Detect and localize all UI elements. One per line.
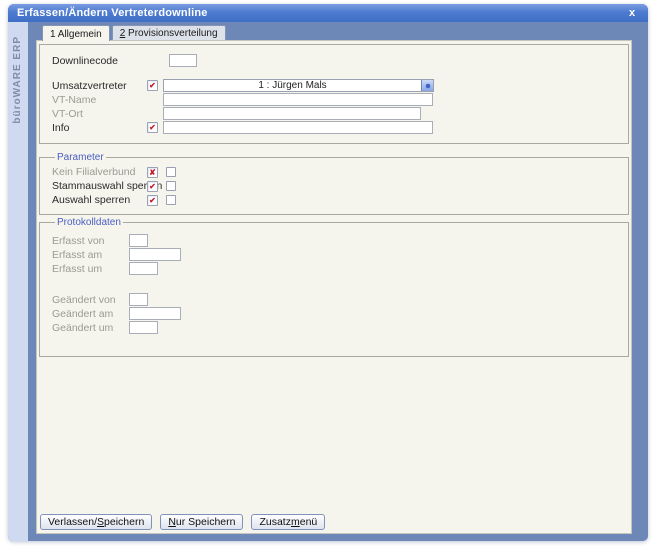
cross-icon[interactable]: ✘	[147, 167, 158, 178]
umsatzvertreter-edit-icon[interactable]: ✔	[147, 80, 158, 91]
parameter-legend: Parameter	[55, 152, 106, 163]
field-kein-filialverbund: Kein Filialverbund ✘	[52, 165, 618, 179]
tab-provisionsverteilung[interactable]: 2 Provisionsverteilung	[112, 25, 226, 40]
tab-allgemein[interactable]: 1 Allgemein	[42, 25, 110, 41]
erfasst-am-input[interactable]	[129, 248, 181, 261]
protokolldaten-section: Protokolldaten Erfasst von Erfasst am Er…	[39, 217, 629, 357]
field-stammauswahl-sperren: Stammauswahl sperren ✔	[52, 179, 618, 193]
erfasst-am-label: Erfasst am	[52, 249, 129, 261]
downlinecode-input[interactable]	[169, 54, 197, 67]
nur-speichern-button[interactable]: Nur Speichern	[160, 514, 243, 530]
auswahl-sperren-checkbox[interactable]	[166, 195, 176, 205]
geaendert-am-label: Geändert am	[52, 308, 129, 320]
field-geaendert-am: Geändert am	[52, 307, 618, 320]
window-title: Erfassen/Ändern Vertreterdownline	[17, 7, 625, 19]
vt-ort-input[interactable]	[163, 107, 421, 120]
parameter-section: Parameter Kein Filialverbund ✘ Stammausw…	[39, 152, 629, 215]
field-erfasst-um: Erfasst um	[52, 262, 618, 275]
zusatzmenu-button[interactable]: Zusatzmenü	[251, 514, 325, 530]
protokolldaten-legend: Protokolldaten	[55, 217, 123, 228]
verlassen-speichern-button[interactable]: Verlassen/Speichern	[40, 514, 152, 530]
info-label: Info	[52, 122, 147, 134]
dropdown-icon	[426, 84, 430, 88]
field-vt-name: VT-Name	[52, 93, 618, 106]
info-edit-icon[interactable]: ✔	[147, 122, 158, 133]
dialog-window: Erfassen/Ändern Vertreterdownline x büro…	[8, 4, 648, 541]
umsatzvertreter-label: Umsatzvertreter	[52, 80, 147, 92]
brand-label: büroWARE ERP	[12, 36, 23, 124]
field-vt-ort: VT-Ort	[52, 107, 618, 120]
umsatzvertreter-value: 1 : Jürgen Mals	[164, 80, 421, 91]
umsatzvertreter-select[interactable]: 1 : Jürgen Mals	[163, 79, 434, 92]
erfasst-um-input[interactable]	[129, 262, 158, 275]
geaendert-von-label: Geändert von	[52, 294, 129, 306]
stammauswahl-sperren-label: Stammauswahl sperren	[52, 180, 147, 192]
field-info: Info ✔	[52, 121, 618, 134]
check-icon[interactable]: ✔	[147, 181, 158, 192]
field-auswahl-sperren: Auswahl sperren ✔	[52, 193, 618, 207]
field-downlinecode: Downlinecode	[52, 54, 618, 67]
vt-ort-label: VT-Ort	[52, 108, 147, 120]
erfasst-von-label: Erfasst von	[52, 235, 129, 247]
geaendert-um-input[interactable]	[129, 321, 158, 334]
erfasst-von-input[interactable]	[129, 234, 148, 247]
titlebar[interactable]: Erfassen/Ändern Vertreterdownline x	[8, 4, 648, 22]
kein-filialverbund-checkbox[interactable]	[166, 167, 176, 177]
info-input[interactable]	[163, 121, 433, 134]
field-erfasst-am: Erfasst am	[52, 248, 618, 261]
check-icon[interactable]: ✔	[147, 195, 158, 206]
geaendert-um-label: Geändert um	[52, 322, 129, 334]
button-bar: Verlassen/Speichern Nur Speichern Zusatz…	[37, 514, 631, 533]
erfasst-um-label: Erfasst um	[52, 263, 129, 275]
tab-bar: 1 Allgemein 2 Provisionsverteilung	[36, 22, 632, 40]
geaendert-von-input[interactable]	[129, 293, 148, 306]
form-panel: Downlinecode Umsatzvertreter ✔ 1 : Jürge…	[36, 40, 632, 534]
kein-filialverbund-label: Kein Filialverbund	[52, 166, 147, 178]
vt-name-input[interactable]	[163, 93, 433, 106]
close-icon[interactable]: x	[625, 6, 639, 20]
field-umsatzvertreter: Umsatzvertreter ✔ 1 : Jürgen Mals	[52, 79, 618, 92]
dropdown-button[interactable]	[421, 80, 433, 91]
stammauswahl-sperren-checkbox[interactable]	[166, 181, 176, 191]
vt-name-label: VT-Name	[52, 94, 147, 106]
field-geaendert-um: Geändert um	[52, 321, 618, 334]
general-section: Downlinecode Umsatzvertreter ✔ 1 : Jürge…	[39, 44, 629, 144]
field-erfasst-von: Erfasst von	[52, 234, 618, 247]
auswahl-sperren-label: Auswahl sperren	[52, 194, 147, 206]
geaendert-am-input[interactable]	[129, 307, 181, 320]
downlinecode-label: Downlinecode	[52, 55, 147, 67]
field-geaendert-von: Geändert von	[52, 293, 618, 306]
brand-sidebar: büroWARE ERP	[8, 22, 28, 541]
